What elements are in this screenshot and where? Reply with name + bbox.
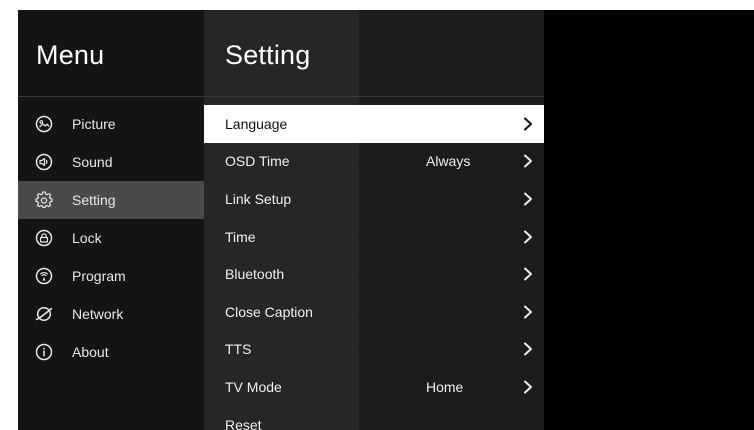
menu-item-network[interactable]: Network: [18, 295, 204, 333]
menu-item-label: Setting: [72, 192, 116, 208]
faint-chevron-icon: ›: [350, 266, 355, 283]
setting-item-language[interactable]: Language: [204, 105, 544, 143]
menu-item-label: Picture: [72, 116, 116, 132]
menu-item-setting[interactable]: Setting: [18, 181, 204, 219]
main-menu-panel: Menu Picture Sound Setting Lock Program …: [18, 10, 204, 430]
faint-chevron-icon: ›: [350, 190, 355, 207]
setting-submenu-panel: Setting Language OSD Time › Always Link …: [204, 10, 544, 430]
menu-item-label: Program: [72, 268, 126, 284]
setting-item-close-caption[interactable]: Close Caption ›: [204, 293, 544, 331]
faint-chevron-icon: ›: [350, 228, 355, 245]
faint-chevron-icon: ›: [350, 153, 355, 170]
gear-icon: [35, 191, 53, 209]
setting-item-label: OSD Time: [225, 153, 290, 170]
setting-item-osd-time[interactable]: OSD Time › Always: [204, 143, 544, 181]
setting-item-label: Link Setup: [225, 190, 292, 207]
setting-item-bluetooth[interactable]: Bluetooth ›: [204, 255, 544, 293]
menu-divider: [18, 96, 204, 97]
menu-item-lock[interactable]: Lock: [18, 219, 204, 257]
menu-item-label: About: [72, 344, 109, 360]
setting-item-time[interactable]: Time ›: [204, 218, 544, 256]
chevron-right-icon: [522, 229, 534, 245]
tv-screen: Menu Picture Sound Setting Lock Program …: [18, 10, 754, 430]
network-icon: [35, 305, 53, 323]
chevron-right-icon: [522, 191, 534, 207]
menu-item-label: Sound: [72, 154, 113, 170]
setting-item-label: Reset: [225, 416, 262, 430]
chevron-right-icon: [522, 379, 534, 395]
setting-item-tv-mode[interactable]: TV Mode Home: [204, 368, 544, 406]
faint-chevron-icon: ›: [350, 303, 355, 320]
menu-item-label: Lock: [72, 230, 102, 246]
program-icon: [35, 267, 53, 285]
chevron-right-icon: [522, 304, 534, 320]
setting-item-tts[interactable]: TTS ›: [204, 331, 544, 369]
setting-item-label: Close Caption: [225, 303, 313, 320]
setting-item-label: Bluetooth: [225, 266, 285, 283]
sound-icon: [35, 153, 53, 171]
setting-item-label: Language: [225, 115, 288, 132]
setting-divider: [204, 96, 544, 97]
chevron-right-icon: [522, 153, 534, 169]
menu-item-about[interactable]: About: [18, 333, 204, 371]
chevron-right-icon: [522, 266, 534, 282]
setting-item-label: TV Mode: [225, 378, 282, 395]
menu-item-label: Network: [72, 306, 124, 322]
setting-item-reset[interactable]: Reset: [204, 406, 544, 430]
setting-item-link-setup[interactable]: Link Setup ›: [204, 180, 544, 218]
lock-icon: [35, 229, 53, 247]
menu-list: Picture Sound Setting Lock Program Netwo…: [18, 105, 204, 371]
menu-title: Menu: [36, 40, 105, 70]
menu-item-program[interactable]: Program: [18, 257, 204, 295]
picture-icon: [35, 115, 53, 133]
info-icon: [35, 343, 53, 361]
menu-item-picture[interactable]: Picture: [18, 105, 204, 143]
chevron-right-icon: [522, 116, 534, 132]
setting-list: Language OSD Time › Always Link Setup › …: [204, 105, 544, 430]
chevron-right-icon: [522, 341, 534, 357]
faint-chevron-icon: ›: [350, 341, 355, 358]
setting-item-value: Home: [426, 378, 464, 395]
setting-item-label: TTS: [225, 341, 252, 358]
setting-item-value: Always: [426, 153, 471, 170]
menu-item-sound[interactable]: Sound: [18, 143, 204, 181]
setting-title: Setting: [225, 40, 311, 70]
setting-item-label: Time: [225, 228, 256, 245]
